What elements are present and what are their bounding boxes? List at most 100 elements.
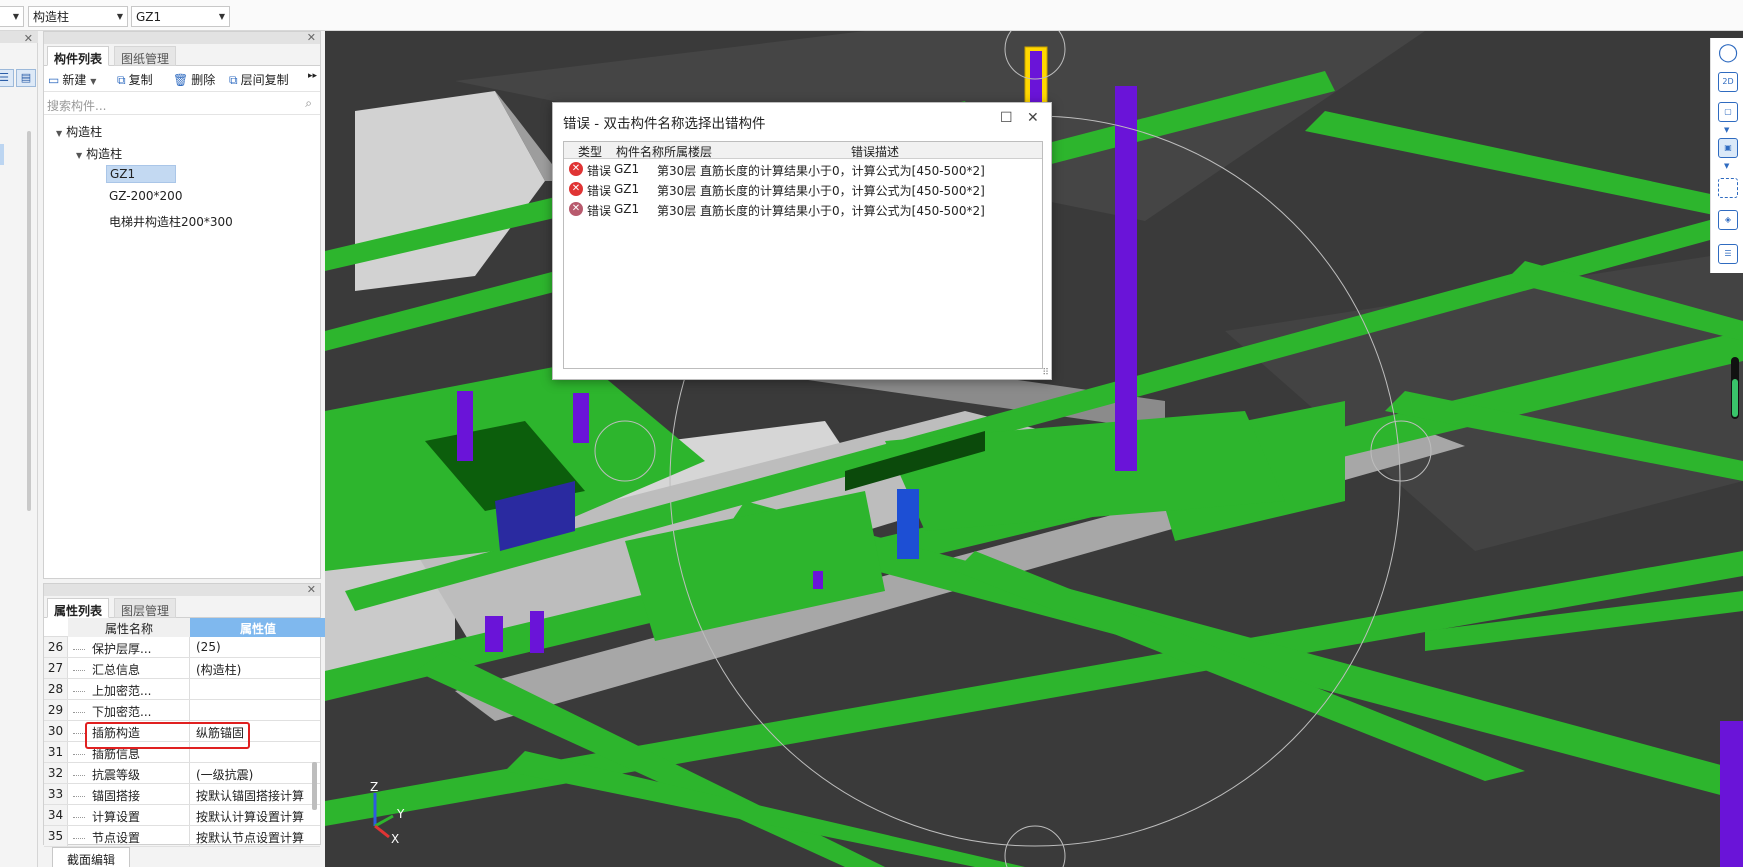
floor-combo[interactable]: ▼ <box>0 6 24 27</box>
property-name: 节点设置 <box>68 826 190 846</box>
property-value[interactable]: (构造柱) <box>190 658 326 678</box>
tab-layer-management[interactable]: 图层管理 <box>114 598 177 618</box>
close-icon[interactable]: ✕ <box>307 31 316 44</box>
table-row[interactable]: ✕ 错误 GZ1 第30层 直筋长度的计算结果小于0，计算公式为[450-500*2] <box>564 159 1042 179</box>
2d-view-icon[interactable]: 2D <box>1718 72 1738 92</box>
property-name: 下加密范... <box>68 700 190 720</box>
row-number: 29 <box>44 700 68 720</box>
error-description: 直筋长度的计算结果小于0，计算公式为[450-500*2] <box>700 204 985 218</box>
chevron-down-icon[interactable]: ▼ <box>1724 126 1729 134</box>
expand-icon[interactable]: ▼ <box>56 129 62 138</box>
property-value[interactable]: 按默认锚固搭接计算 <box>190 784 326 804</box>
floor-copy-button[interactable]: ⧉ 层间复制 <box>229 71 289 88</box>
tab-property-list[interactable]: 属性列表 <box>47 598 110 618</box>
maximize-icon[interactable]: ☐ <box>1000 110 1013 126</box>
error-rows: ✕ 错误 GZ1 第30层 直筋长度的计算结果小于0，计算公式为[450-500*2] ✕… <box>564 159 1042 219</box>
table-row[interactable]: 32 抗震等级 (一级抗震) <box>44 763 320 784</box>
row-number: 34 <box>44 805 68 825</box>
row-number: 35 <box>44 826 68 846</box>
component-search[interactable]: 搜索构件... ⌕ <box>44 95 320 115</box>
display-settings-icon[interactable]: ☰ <box>1718 244 1738 264</box>
property-value[interactable]: 按默认计算设置计算 <box>190 805 326 825</box>
tree-item-label: 电梯井构造柱200*300 <box>109 215 233 229</box>
table-row[interactable]: 29 下加密范... <box>44 700 320 721</box>
chevron-down-icon[interactable]: ▼ <box>1724 162 1729 170</box>
trash-icon: 🗑 <box>173 73 189 87</box>
property-value[interactable]: 按默认节点设置计算 <box>190 826 326 846</box>
orbit-icon[interactable]: ◯ <box>1718 44 1738 64</box>
table-row[interactable]: 28 上加密范... <box>44 679 320 700</box>
tab-component-list[interactable]: 构件列表 <box>47 46 110 66</box>
resize-grip-icon[interactable]: ⠿ <box>1042 368 1049 378</box>
tree-item-gz1[interactable]: GZ1 <box>106 165 177 183</box>
chevron-down-icon: ▼ <box>116 12 123 21</box>
tree-root-node[interactable]: ▼ 构造柱 <box>56 123 102 140</box>
property-value[interactable]: (一级抗震) <box>190 763 326 783</box>
solid-box-icon[interactable]: ▣ <box>1718 138 1738 158</box>
error-description: 直筋长度的计算结果小于0，计算公式为[450-500*2] <box>700 164 985 178</box>
error-icon: ✕ <box>569 202 583 216</box>
error-dialog: 错误 - 双击构件名称选择出错构件 ☐ ✕ 类型 构件名称 所属楼层 错误描述 … <box>552 102 1052 380</box>
row-number: 28 <box>44 679 68 699</box>
y-axis-label: Y <box>396 807 405 821</box>
property-scrollbar[interactable] <box>312 762 317 810</box>
table-row[interactable]: ✕ 错误 GZ1 第30层 直筋长度的计算结果小于0，计算公式为[450-500*2] <box>564 179 1042 199</box>
category-combo[interactable]: 构造柱 ▼ <box>28 6 128 27</box>
property-name: 抗震等级 <box>68 763 190 783</box>
error-component[interactable]: GZ1 <box>614 202 639 216</box>
error-type: 错误 <box>587 204 612 218</box>
navigation-strip: ✕ ☰ ▤ <box>0 31 38 867</box>
error-component[interactable]: GZ1 <box>614 182 639 196</box>
delete-button[interactable]: 🗑 删除 <box>173 71 215 88</box>
property-name: 汇总信息 <box>68 658 190 678</box>
tree-group-node[interactable]: ▼ 构造柱 <box>76 145 122 162</box>
table-row[interactable]: ✕ 错误 GZ1 第30层 直筋长度的计算结果小于0，计算公式为[450-500*2] <box>564 199 1042 219</box>
tree-item-gz-200[interactable]: GZ-200*200 <box>109 189 182 203</box>
property-value[interactable] <box>190 679 326 682</box>
selected-nav-item[interactable] <box>0 144 4 165</box>
table-row[interactable]: 27 汇总信息 (构造柱) <box>44 658 320 679</box>
tree-root-label: 构造柱 <box>66 125 103 139</box>
close-icon[interactable]: ✕ <box>24 32 33 45</box>
close-icon[interactable]: ✕ <box>1027 110 1039 126</box>
expand-icon[interactable]: ▼ <box>76 151 82 160</box>
component-combo[interactable]: GZ1 ▼ <box>131 6 230 27</box>
tree-item-label: GZ-200*200 <box>109 189 183 203</box>
property-value[interactable]: (25) <box>190 637 326 654</box>
3d-box-icon[interactable]: ▢ <box>1718 102 1738 122</box>
chevron-down-icon: ▼ <box>218 12 225 21</box>
row-number: 27 <box>44 658 68 678</box>
row-number: 31 <box>44 742 68 762</box>
view-toolbar: ◯ 2D ▢ ▼ ▣ ▼ ◈ ☰ <box>1710 38 1743 273</box>
search-input[interactable]: 搜索构件... <box>47 97 106 114</box>
list-view-icon[interactable]: ☰ <box>0 69 14 87</box>
table-row[interactable]: 34 计算设置 按默认计算设置计算 <box>44 805 320 826</box>
table-row[interactable]: 33 锚固搭接 按默认锚固搭接计算 <box>44 784 320 805</box>
detail-view-icon[interactable]: ▤ <box>16 69 36 87</box>
error-floor: 第30层 <box>657 184 697 198</box>
table-row[interactable]: 26 保护层厚... (25) <box>44 637 320 658</box>
column-header-name: 构件名称 <box>616 145 665 159</box>
scrollbar[interactable] <box>27 131 31 511</box>
tree-item-elevator-column[interactable]: 电梯井构造柱200*300 <box>109 213 233 230</box>
tab-section-edit[interactable]: 截面编辑 <box>52 847 131 867</box>
panel-titlebar: ✕ <box>44 583 320 596</box>
copy-button[interactable]: ⧉ 复制 <box>117 71 153 88</box>
new-button[interactable]: ▭ 新建 ▼ <box>48 71 96 88</box>
table-row[interactable]: 35 节点设置 按默认节点设置计算 <box>44 826 320 847</box>
zoom-slider[interactable] <box>1731 357 1739 419</box>
tree-item-label: GZ1 <box>110 167 136 181</box>
search-icon[interactable]: ⌕ <box>305 96 312 111</box>
panel-titlebar: ✕ <box>44 31 320 44</box>
layer-cube-icon[interactable]: ◈ <box>1718 210 1738 230</box>
tab-drawing-management[interactable]: 图纸管理 <box>114 46 177 66</box>
row-number: 30 <box>44 721 68 741</box>
more-tools-icon[interactable]: ▸▸ <box>308 71 317 81</box>
fullscreen-icon[interactable] <box>1718 178 1738 198</box>
chevron-down-icon: ▼ <box>90 77 97 86</box>
floor-copy-icon: ⧉ <box>229 73 238 87</box>
error-component[interactable]: GZ1 <box>614 162 639 176</box>
close-icon[interactable]: ✕ <box>307 583 316 596</box>
property-value[interactable] <box>190 700 326 703</box>
error-floor: 第30层 <box>657 164 697 178</box>
